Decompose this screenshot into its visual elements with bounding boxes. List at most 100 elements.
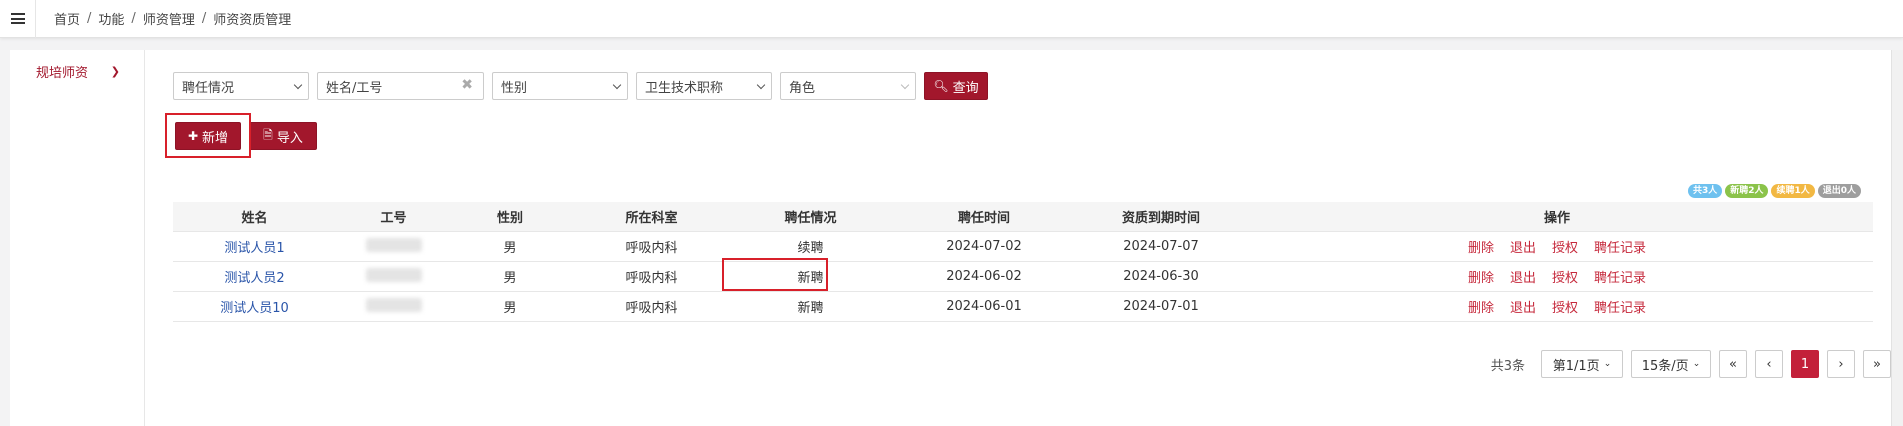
expire-date-cell: 2024-07-01 [1123, 299, 1199, 314]
content-area: 聘任情况 姓名/工号 ✖ 性别 卫生技术职称 角色 🔍︎ 查询 ✚ 新增 🗎︎ … [145, 50, 1903, 426]
action-bar: ✚ 新增 🗎︎ 导入 [175, 122, 317, 150]
chevron-right-icon: ❯ [110, 64, 120, 78]
gender-select[interactable]: 性别 [492, 72, 628, 100]
employment-status-select[interactable]: 聘任情况 [173, 72, 309, 100]
header-expire-date: 资质到期时间 [1121, 211, 1200, 226]
hire-date-cell: 2024-06-01 [946, 299, 1022, 314]
breadcrumb-item-current: 师资资质管理 [213, 13, 292, 28]
first-page-button[interactable]: « [1719, 350, 1747, 378]
hire-record-link[interactable]: 聘任记录 [1594, 267, 1646, 286]
page-size-value: 15条/页 [1641, 358, 1689, 374]
chevron-down-icon [756, 80, 766, 90]
select-value: 性别 [501, 80, 528, 96]
expire-date-cell: 2024-06-30 [1123, 269, 1199, 284]
dept-cell: 呼吸内科 [625, 241, 678, 256]
menu-toggle-button[interactable] [0, 0, 36, 38]
delete-link[interactable]: 删除 [1468, 297, 1494, 316]
ops-cell: 删除 退出 授权 聘任记录 [1241, 297, 1873, 316]
page-select-value: 第1/1页 [1552, 358, 1600, 374]
header-name: 姓名 [241, 211, 268, 226]
chevron-down-icon: ⌄ [1692, 359, 1701, 369]
top-bar: 首页 / 功能 / 师资管理 / 师资资质管理 [0, 0, 1903, 38]
breadcrumb-separator: / [131, 11, 136, 26]
gender-cell: 男 [503, 301, 517, 316]
clear-icon[interactable]: ✖ [461, 77, 473, 93]
total-count: 共3条 [1490, 358, 1525, 374]
header-status: 聘任情况 [784, 211, 837, 226]
header-dept: 所在科室 [625, 211, 678, 226]
status-cell: 新聘 [797, 301, 824, 316]
chevron-down-icon [900, 80, 910, 90]
breadcrumb-separator: / [201, 11, 207, 26]
name-link[interactable]: 测试人员1 [224, 241, 284, 256]
badge-exit: 退出0人 [1817, 184, 1861, 198]
page-select[interactable]: 第1/1页 ⌄ [1541, 350, 1623, 378]
sidebar-item-training-teachers[interactable]: 规培师资 ❯ [10, 56, 144, 86]
table-row: 测试人员2 男 呼吸内科 新聘 2024-06-02 2024-06-30 删除… [173, 262, 1873, 292]
delete-link[interactable]: 删除 [1468, 267, 1494, 286]
select-value: 卫生技术职称 [645, 80, 724, 96]
teacher-table: 姓名 工号 性别 所在科室 聘任情况 聘任时间 资质到期时间 操作 测试人员1 … [173, 202, 1873, 322]
page-size-select[interactable]: 15条/页 ⌄ [1631, 350, 1711, 378]
current-page-button[interactable]: 1 [1791, 350, 1819, 378]
status-cell: 新聘 [797, 271, 824, 286]
add-button[interactable]: ✚ 新增 [175, 122, 241, 150]
last-page-button[interactable]: » [1863, 350, 1891, 378]
chevron-down-icon: ⌄ [1603, 359, 1612, 369]
search-icon: 🔍︎ [933, 79, 949, 93]
scrollbar[interactable] [1891, 50, 1903, 426]
breadcrumb-item-teacher-mgmt[interactable]: 师资管理 [143, 9, 195, 28]
input-placeholder: 姓名/工号 [326, 80, 383, 96]
plus-icon: ✚ [187, 129, 199, 143]
authorize-link[interactable]: 授权 [1552, 267, 1578, 286]
role-select[interactable]: 角色 [780, 72, 916, 100]
breadcrumb-item-function[interactable]: 功能 [98, 9, 124, 28]
table-row: 测试人员10 男 呼吸内科 新聘 2024-06-01 2024-07-01 删… [173, 292, 1873, 322]
chevron-down-icon [612, 80, 622, 90]
blurred-id [365, 267, 422, 282]
file-import-icon: 🗎︎ [263, 127, 273, 142]
dept-cell: 呼吸内科 [625, 301, 678, 316]
prev-page-button[interactable]: ‹ [1755, 350, 1783, 378]
badge-renewal: 续聘1人 [1771, 184, 1815, 198]
hire-record-link[interactable]: 聘任记录 [1594, 237, 1646, 256]
badge-new-hire: 新聘2人 [1725, 184, 1769, 198]
table-header: 姓名 工号 性别 所在科室 聘任情况 聘任时间 资质到期时间 操作 [173, 202, 1873, 232]
header-ops: 操作 [1543, 211, 1570, 226]
next-page-button[interactable]: › [1827, 350, 1855, 378]
exit-link[interactable]: 退出 [1510, 237, 1536, 256]
summary-badges: 共3人 新聘2人 续聘1人 退出0人 [1685, 184, 1861, 198]
import-button-label: 导入 [276, 130, 303, 146]
sidebar-item-label: 规培师资 [36, 65, 89, 81]
import-button[interactable]: 🗎︎ 导入 [249, 122, 317, 150]
name-link[interactable]: 测试人员2 [224, 271, 284, 286]
header-id: 工号 [380, 211, 407, 226]
sidebar: 规培师资 ❯ [10, 50, 145, 426]
dept-cell: 呼吸内科 [625, 271, 678, 286]
add-button-label: 新增 [202, 130, 229, 146]
hire-record-link[interactable]: 聘任记录 [1594, 297, 1646, 316]
name-link[interactable]: 测试人员10 [220, 301, 289, 316]
breadcrumb-item-home[interactable]: 首页 [54, 9, 80, 28]
chevron-down-icon [293, 80, 303, 90]
delete-link[interactable]: 删除 [1468, 237, 1494, 256]
select-value: 聘任情况 [182, 80, 235, 96]
query-button-label: 查询 [952, 80, 979, 96]
badge-total: 共3人 [1687, 184, 1723, 198]
header-hire-date: 聘任时间 [957, 211, 1010, 226]
ops-cell: 删除 退出 授权 聘任记录 [1241, 237, 1873, 256]
exit-link[interactable]: 退出 [1510, 267, 1536, 286]
technical-title-select[interactable]: 卫生技术职称 [636, 72, 772, 100]
authorize-link[interactable]: 授权 [1552, 237, 1578, 256]
name-id-input[interactable]: 姓名/工号 ✖ [317, 72, 484, 100]
query-button[interactable]: 🔍︎ 查询 [924, 72, 988, 100]
hire-date-cell: 2024-06-02 [946, 269, 1022, 284]
expire-date-cell: 2024-07-07 [1123, 239, 1199, 254]
blurred-id [365, 237, 422, 252]
main-frame: 规培师资 ❯ 聘任情况 姓名/工号 ✖ 性别 卫生技术职称 角色 🔍︎ 查询 ✚… [10, 50, 1903, 426]
filter-bar: 聘任情况 姓名/工号 ✖ 性别 卫生技术职称 角色 🔍︎ 查询 [173, 72, 988, 100]
ops-cell: 删除 退出 授权 聘任记录 [1241, 267, 1873, 286]
authorize-link[interactable]: 授权 [1552, 297, 1578, 316]
exit-link[interactable]: 退出 [1510, 297, 1536, 316]
gender-cell: 男 [503, 271, 517, 286]
